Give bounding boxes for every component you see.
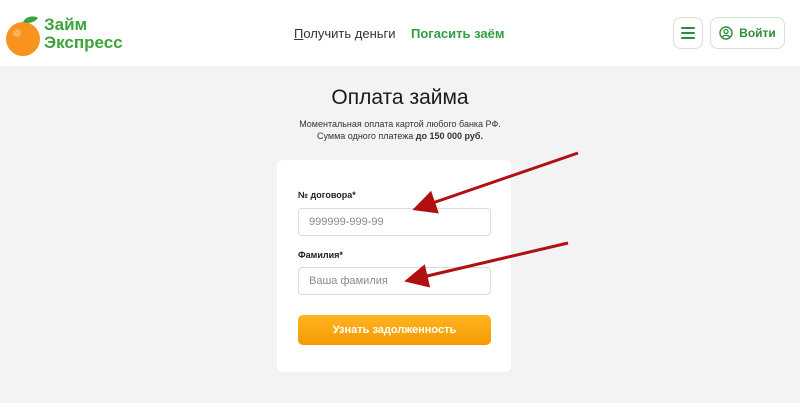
menu-button[interactable]: [673, 17, 703, 49]
subtitle-line-1: Моментальная оплата картой любого банка …: [299, 119, 501, 129]
page-title: Оплата займа: [331, 86, 469, 109]
check-debt-button[interactable]: Узнать задолженность: [298, 315, 491, 345]
surname-label: Фамилия*: [298, 250, 343, 260]
subtitle-line-2: Сумма одного платежа до 150 000 руб.: [0, 130, 800, 142]
contract-number-input[interactable]: [298, 208, 491, 236]
user-circle-icon: [719, 26, 733, 40]
login-label: Войти: [739, 26, 776, 40]
page-subtitle: Моментальная оплата картой любого банка …: [0, 118, 800, 142]
login-button[interactable]: Войти: [710, 17, 785, 49]
site-header: Займ Экспресс Получить деньги Погасить з…: [0, 0, 800, 66]
hamburger-icon: [681, 27, 695, 39]
contract-number-label: № договора*: [298, 190, 356, 200]
logo-text: Займ Экспресс: [44, 16, 123, 52]
nav-get-money-rest: олучить деньги: [303, 26, 396, 41]
logo[interactable]: Займ Экспресс: [4, 10, 134, 56]
nav-get-money-first-letter: П: [294, 26, 304, 41]
logo-line-1: Займ: [44, 15, 88, 34]
subtitle-line-2-prefix: Сумма одного платежа: [317, 131, 416, 141]
surname-input[interactable]: [298, 267, 491, 295]
logo-line-2: Экспресс: [44, 33, 123, 52]
orange-logo-icon: [6, 16, 40, 56]
subtitle-max-amount: до 150 000 руб.: [415, 131, 483, 141]
nav-get-money[interactable]: Получить деньги: [294, 26, 396, 41]
nav-repay-loan[interactable]: Погасить заём: [411, 26, 505, 41]
